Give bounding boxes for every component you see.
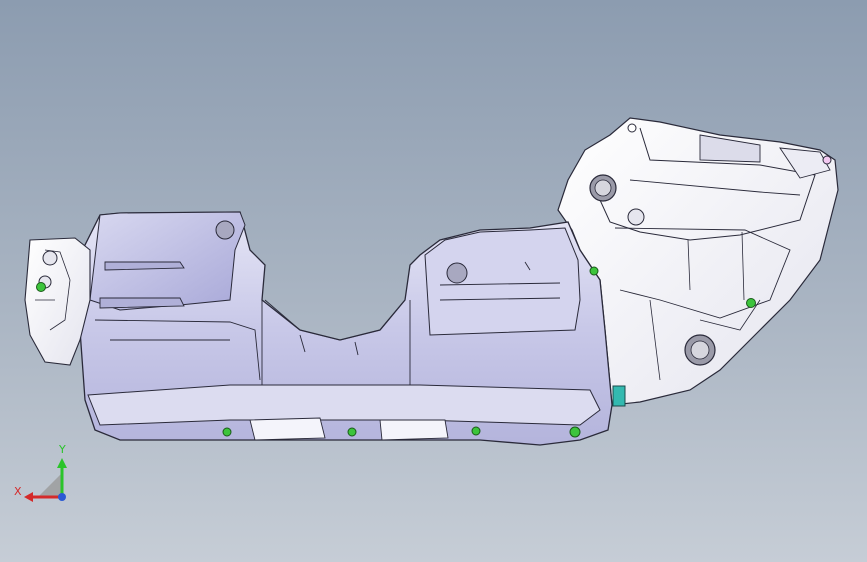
cad-graphics-viewport[interactable]: X Y bbox=[0, 0, 867, 562]
axis-triad bbox=[24, 458, 67, 502]
triad-y-arrowhead bbox=[57, 458, 67, 468]
triad-plane-shading bbox=[38, 473, 62, 497]
triad-y-label: Y bbox=[59, 443, 66, 456]
triad-x-arrowhead bbox=[24, 492, 33, 502]
triad-z-axis bbox=[58, 493, 66, 501]
triad-x-label: X bbox=[14, 485, 22, 498]
